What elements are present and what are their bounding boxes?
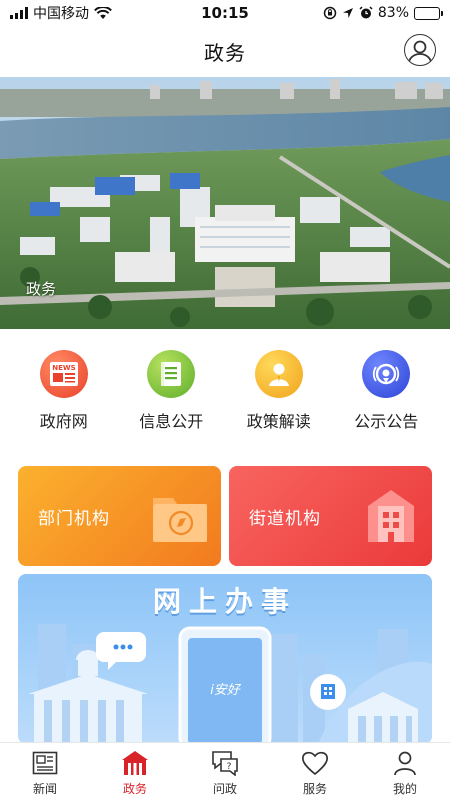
quick-item-label: 信息公开: [139, 412, 204, 431]
alarm-icon: [359, 6, 373, 19]
status-left: 中国移动: [10, 3, 112, 23]
carrier-name: 中国移动: [33, 6, 89, 22]
building-icon: [368, 490, 414, 542]
clock: 10:15: [201, 4, 249, 22]
news-icon: NEWS: [39, 350, 88, 398]
tab-news[interactable]: 新闻: [0, 743, 90, 800]
tab-service[interactable]: 服务: [270, 743, 360, 800]
heart-icon: [301, 749, 329, 777]
signal-icon: [10, 7, 28, 19]
card-label: 街道机构: [249, 508, 321, 529]
online-service-banner[interactable]: i安好 网上办事: [18, 574, 432, 744]
speaker-person-icon: [254, 350, 303, 398]
tab-gov[interactable]: 政务: [90, 743, 180, 800]
wifi-icon: [94, 6, 112, 19]
user-avatar-icon[interactable]: [404, 34, 436, 66]
quick-item-label: 政府网: [39, 412, 88, 431]
compass-folder-icon: [153, 498, 207, 542]
city-aerial-image: [0, 77, 450, 329]
card-departments[interactable]: 部门机构: [18, 466, 221, 566]
quick-entries: NEWS 政府网 信息公开 政策解读 公示公告: [0, 350, 450, 440]
status-right: 83%: [323, 5, 443, 21]
online-service-title: 网上办事: [152, 585, 297, 618]
battery-percent: 83%: [377, 5, 409, 21]
phone-screen-text: i安好: [210, 683, 242, 698]
quick-item-info-public[interactable]: 信息公开: [121, 350, 221, 440]
newspaper-icon: [31, 749, 59, 777]
page-title: 政务: [204, 40, 246, 65]
news-badge-text: NEWS: [52, 364, 75, 372]
tab-label: 我的: [392, 782, 417, 796]
tab-label: 新闻: [32, 782, 57, 796]
card-label: 部门机构: [38, 508, 110, 529]
document-icon: [147, 350, 196, 398]
tab-label: 政务: [122, 782, 147, 796]
banner-caption: 政务: [26, 280, 57, 298]
broadcast-icon: [362, 350, 411, 398]
app-screen: 中国移动 10:15 83% 政务 政务 NEWS 政府网 信息公开 政策解读 …: [0, 0, 450, 800]
battery-icon: [414, 6, 443, 20]
tab-mine[interactable]: 我的: [360, 743, 450, 800]
department-cards: 部门机构 街道机构: [18, 466, 432, 566]
quick-item-label: 政策解读: [246, 412, 311, 431]
page-header: 政务: [0, 26, 450, 76]
quick-item-label: 公示公告: [354, 412, 419, 431]
bottom-tab-bar: 新闻 政务 ? 问政 服务 我的: [0, 742, 450, 800]
rotation-lock-icon: [323, 6, 337, 20]
quick-item-gov-site[interactable]: NEWS 政府网: [14, 350, 114, 440]
tab-label: 服务: [302, 782, 327, 796]
tab-inquiry[interactable]: ? 问政: [180, 743, 270, 800]
gov-building-icon: [121, 749, 149, 777]
status-bar: 中国移动 10:15 83%: [0, 0, 450, 26]
location-icon: [342, 8, 353, 18]
hero-banner[interactable]: 政务: [0, 77, 450, 329]
quick-item-announcement[interactable]: 公示公告: [336, 350, 436, 440]
person-icon: [391, 749, 419, 777]
quick-item-policy[interactable]: 政策解读: [229, 350, 329, 440]
question-chat-icon: ?: [211, 749, 239, 777]
card-streets[interactable]: 街道机构: [229, 466, 432, 566]
tab-label: 问政: [212, 782, 237, 796]
svg-text:?: ?: [227, 762, 232, 772]
